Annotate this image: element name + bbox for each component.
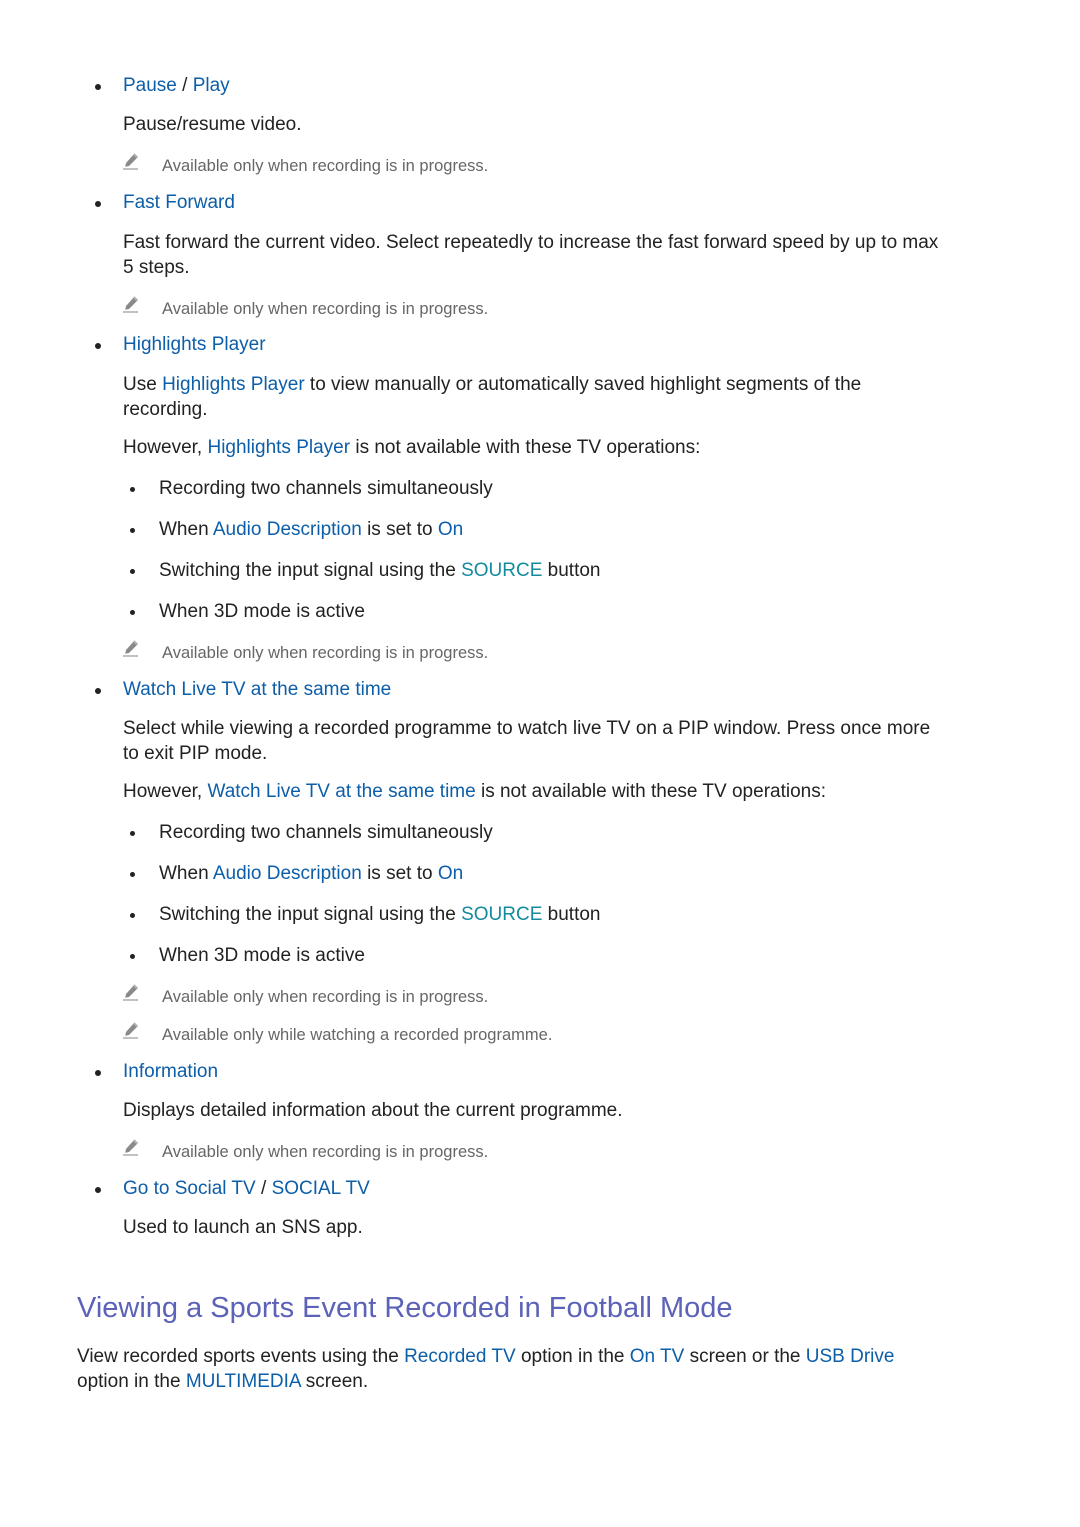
item-desc-line1: Use Highlights Player to view manually o… xyxy=(123,372,861,397)
text: is set to xyxy=(361,519,438,540)
link-audio-description[interactable]: Audio Description xyxy=(213,519,362,540)
note: Available only when recording is in prog… xyxy=(162,988,489,1006)
sub-item-3d-mode: When 3D mode is active xyxy=(159,945,365,966)
item-desc: Used to launch an SNS app. xyxy=(123,1217,363,1238)
text: button xyxy=(542,904,601,925)
link-usb-drive[interactable]: USB Drive xyxy=(806,1346,895,1367)
text: When xyxy=(159,863,213,884)
sub-item-recording: Recording two channels simultaneously xyxy=(159,478,493,499)
text: option in the xyxy=(515,1346,630,1367)
text: Switching the input signal using the xyxy=(159,560,462,581)
link-on-tv[interactable]: On TV xyxy=(630,1346,685,1367)
sub-bullet xyxy=(130,569,135,574)
item-title-pause-play: Pause / Play xyxy=(123,75,230,97)
separator: / xyxy=(255,1178,272,1199)
text: However, xyxy=(123,781,208,802)
item-desc-line2: 5 steps. xyxy=(123,257,190,278)
pencil-icon xyxy=(122,639,140,657)
sub-item-audio-description: When Audio Description is set to On xyxy=(159,861,463,886)
section-paragraph-line2: option in the MULTIMEDIA screen. xyxy=(77,1369,368,1394)
sub-item-audio-description: When Audio Description is set to On xyxy=(159,517,463,542)
pencil-icon xyxy=(122,152,140,170)
item-title-fast-forward[interactable]: Fast Forward xyxy=(123,192,235,214)
bullet xyxy=(95,1070,101,1076)
text: screen or the xyxy=(684,1346,806,1367)
separator: / xyxy=(176,75,193,96)
link-highlights-player[interactable]: Highlights Player xyxy=(207,437,350,458)
text: However, xyxy=(123,437,208,458)
item-desc-line1: Fast forward the current video. Select r… xyxy=(123,232,939,253)
text: to view manually or automatically saved … xyxy=(304,374,862,395)
pencil-icon xyxy=(122,1138,140,1156)
link-play[interactable]: Play xyxy=(193,75,230,96)
bullet xyxy=(95,1187,101,1193)
link-watch-live-tv[interactable]: Watch Live TV at the same time xyxy=(207,781,475,802)
item-title-information[interactable]: Information xyxy=(123,1061,218,1083)
link-highlights-player[interactable]: Highlights Player xyxy=(162,374,305,395)
text: button xyxy=(542,560,601,581)
link-multimedia[interactable]: MULTIMEDIA xyxy=(186,1371,301,1392)
pencil-icon xyxy=(122,1021,140,1039)
pencil-icon xyxy=(122,983,140,1001)
sub-bullet xyxy=(130,872,135,877)
text: View recorded sports events using the xyxy=(77,1346,405,1367)
note: Available only when recording is in prog… xyxy=(162,1143,489,1161)
bullet xyxy=(95,343,101,349)
sub-bullet xyxy=(130,913,135,918)
sub-bullet xyxy=(130,954,135,959)
sub-item-recording: Recording two channels simultaneously xyxy=(159,822,493,843)
item-title-highlights-player[interactable]: Highlights Player xyxy=(123,334,266,356)
note: Available only when recording is in prog… xyxy=(162,644,489,662)
link-audio-description[interactable]: Audio Description xyxy=(213,863,362,884)
bullet xyxy=(95,201,101,207)
text: is set to xyxy=(361,863,438,884)
note: Available only when recording is in prog… xyxy=(162,300,489,318)
section-paragraph-line1: View recorded sports events using the Re… xyxy=(77,1344,894,1369)
item-desc: Pause/resume video. xyxy=(123,114,302,135)
bullet xyxy=(95,688,101,694)
item-title-watch-live-tv[interactable]: Watch Live TV at the same time xyxy=(123,679,391,701)
link-recorded-tv[interactable]: Recorded TV xyxy=(404,1346,516,1367)
sub-item-source: Switching the input signal using the SOU… xyxy=(159,558,601,583)
item-desc-line1: Select while viewing a recorded programm… xyxy=(123,718,931,739)
text: is not available with these TV operation… xyxy=(350,437,701,458)
item-desc-line2: recording. xyxy=(123,399,208,420)
text: When xyxy=(159,519,213,540)
sub-bullet xyxy=(130,831,135,836)
note: Available only while watching a recorded… xyxy=(162,1026,553,1044)
item-title-social-tv: Go to Social TV / SOCIAL TV xyxy=(123,1178,370,1200)
link-on[interactable]: On xyxy=(438,519,463,540)
section-heading: Viewing a Sports Event Recorded in Footb… xyxy=(77,1292,733,1324)
bullet xyxy=(95,84,101,90)
item-desc-however: However, Highlights Player is not availa… xyxy=(123,435,700,460)
sub-item-source: Switching the input signal using the SOU… xyxy=(159,902,601,927)
link-go-to-social-tv[interactable]: Go to Social TV xyxy=(123,1178,256,1199)
item-desc: Displays detailed information about the … xyxy=(123,1100,623,1121)
sub-item-3d-mode: When 3D mode is active xyxy=(159,601,365,622)
source-button-label: SOURCE xyxy=(461,560,543,581)
text: option in the xyxy=(77,1371,186,1392)
text: Switching the input signal using the xyxy=(159,904,462,925)
sub-bullet xyxy=(130,487,135,492)
link-social-tv[interactable]: SOCIAL TV xyxy=(272,1178,370,1199)
sub-bullet xyxy=(130,610,135,615)
text: Use xyxy=(123,374,163,395)
note: Available only when recording is in prog… xyxy=(162,157,489,175)
source-button-label: SOURCE xyxy=(461,904,543,925)
item-desc-line2: to exit PIP mode. xyxy=(123,743,268,764)
text: is not available with these TV operation… xyxy=(475,781,826,802)
item-desc-however: However, Watch Live TV at the same time … xyxy=(123,779,826,804)
sub-bullet xyxy=(130,528,135,533)
link-on[interactable]: On xyxy=(438,863,463,884)
link-pause[interactable]: Pause xyxy=(123,75,177,96)
pencil-icon xyxy=(122,295,140,313)
text: screen. xyxy=(300,1371,369,1392)
